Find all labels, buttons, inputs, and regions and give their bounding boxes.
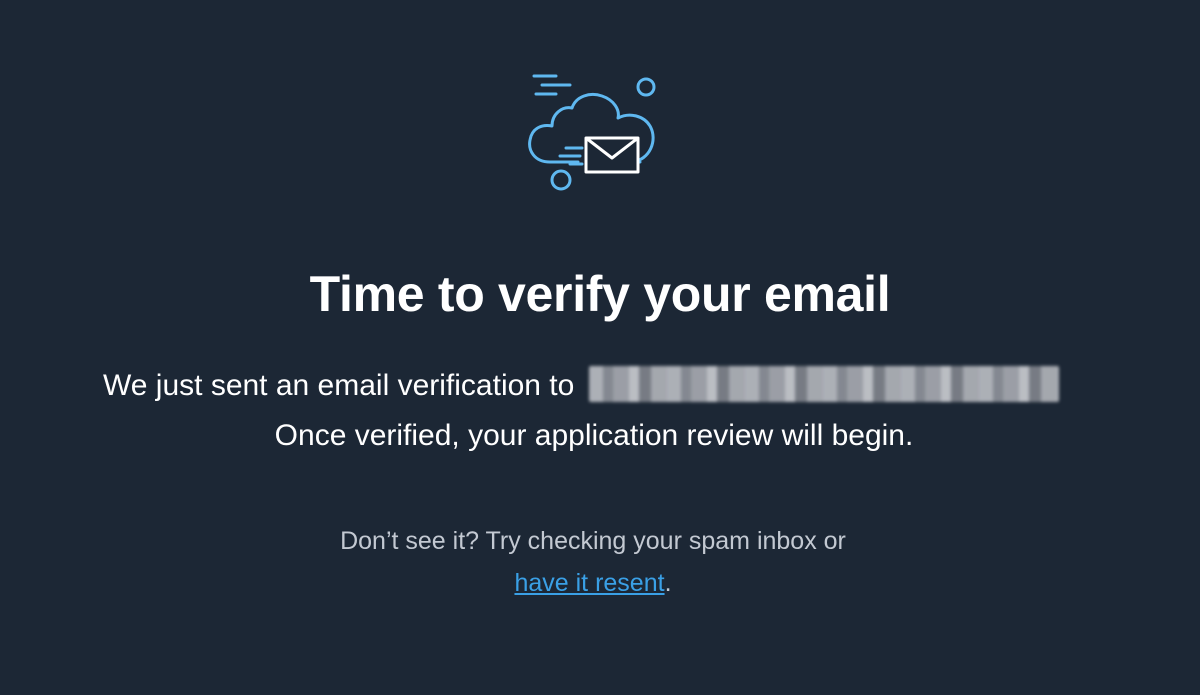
verify-email-page: Time to verify your email We just sent a… — [0, 0, 1200, 695]
resend-line: have it resent. — [0, 566, 1186, 600]
spam-hint-text: Don’t see it? Try checking your spam inb… — [340, 527, 846, 555]
verification-message: We just sent an email verification to — [103, 366, 1059, 406]
cloud-envelope-icon — [520, 68, 670, 198]
verification-message-text: We just sent an email verification to — [103, 369, 575, 402]
page-title: Time to verify your email — [309, 266, 891, 322]
resend-email-link[interactable]: have it resent — [514, 569, 664, 597]
resend-suffix: . — [664, 569, 672, 597]
review-message: Once verified, your application review w… — [274, 419, 914, 452]
redacted-email-address — [588, 366, 1059, 403]
